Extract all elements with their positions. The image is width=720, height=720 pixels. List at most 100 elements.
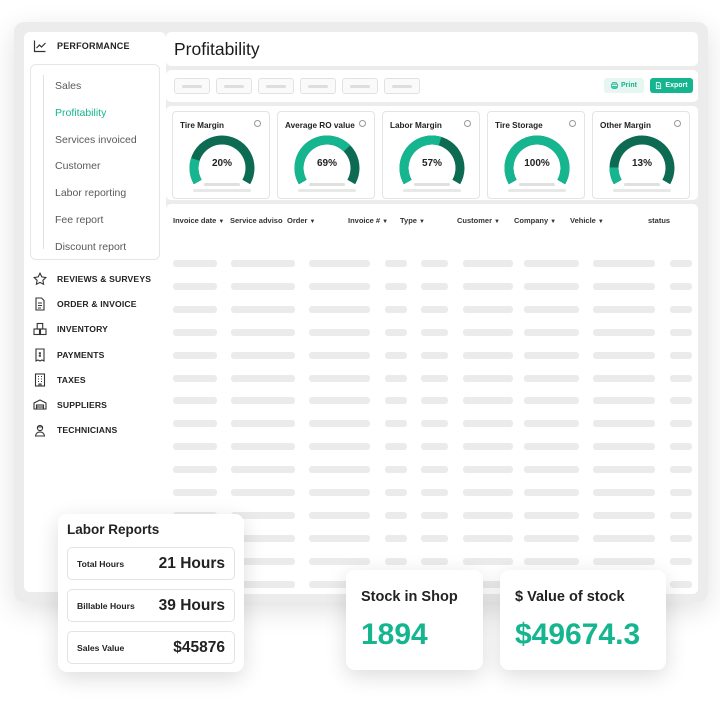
sidebar-item-taxes[interactable]: TAXES [24, 367, 166, 392]
column-header-status[interactable]: status [648, 216, 670, 225]
table-row[interactable] [166, 489, 698, 497]
sidebar-item-order-invoice[interactable]: ORDER & INVOICE [24, 291, 166, 316]
placeholder-cell [463, 534, 513, 542]
column-header-type[interactable]: Type ▼ [400, 216, 425, 225]
sidebar-item-suppliers[interactable]: SUPPLIERS [24, 392, 166, 417]
submenu-item-labor-reporting[interactable]: Labor reporting [31, 180, 159, 207]
print-button[interactable]: Print [604, 78, 644, 93]
placeholder-cell [385, 351, 407, 359]
placeholder-cell [593, 534, 655, 542]
table-row[interactable] [166, 557, 698, 566]
kpi-value: 57% [421, 158, 442, 169]
placeholder-cell [421, 489, 448, 496]
column-header-order[interactable]: Order ▼ [287, 216, 315, 225]
filter-dropdown[interactable] [174, 78, 210, 94]
stock-in-shop-title: Stock in Shop [361, 589, 458, 605]
placeholder-cell [421, 260, 448, 267]
placeholder-cell [231, 374, 295, 382]
kpi-title: Tire Margin [180, 121, 224, 130]
column-header-invoice-number[interactable]: Invoice # ▼ [348, 216, 388, 225]
submenu-item-sales[interactable]: Sales [31, 73, 159, 100]
labor-row-value: 39 Hours [158, 597, 225, 614]
placeholder-bar [508, 189, 566, 192]
table-row[interactable] [166, 305, 698, 314]
placeholder-cell [463, 260, 513, 267]
placeholder-cell [524, 557, 579, 565]
placeholder-cell [231, 443, 295, 451]
placeholder-cell [463, 374, 513, 382]
placeholder-cell [463, 282, 513, 290]
invoice-table: Invoice date ▼ Service adviso Order ▼ Invo… [166, 204, 698, 594]
placeholder-cell [670, 580, 692, 588]
submenu-item-discount-report[interactable]: Discount report [31, 234, 159, 261]
placeholder-bar [309, 183, 345, 186]
table-row[interactable] [166, 260, 698, 268]
filter-dropdown[interactable] [300, 78, 336, 94]
sidebar-header-label: PERFORMANCE [57, 41, 130, 51]
sidebar-item-reviews[interactable]: REVIEWS & SURVEYS [24, 266, 166, 291]
placeholder-cell [385, 328, 407, 336]
export-label: Export [665, 82, 688, 89]
placeholder-cell [309, 557, 370, 565]
print-label: Print [621, 82, 637, 89]
sidebar-item-technicians[interactable]: TECHNICIANS [24, 418, 166, 443]
placeholder-cell [421, 557, 448, 565]
column-header-invoice-date[interactable]: Invoice date ▼ [173, 216, 224, 225]
table-row[interactable] [166, 374, 698, 383]
filter-dropdown[interactable] [216, 78, 252, 94]
placeholder-cell [173, 374, 217, 382]
value-of-stock-title: $ Value of stock [515, 589, 625, 605]
table-row[interactable] [166, 397, 698, 405]
stock-in-shop-card: Stock in Shop 1894 [346, 570, 483, 670]
table-row[interactable] [166, 466, 698, 474]
info-icon[interactable] [359, 120, 366, 127]
table-row[interactable] [166, 328, 698, 337]
submenu-item-services-invoiced[interactable]: Services invoiced [31, 127, 159, 154]
filter-dropdown[interactable] [384, 78, 420, 94]
table-row[interactable] [166, 351, 698, 360]
kpi-value: 100% [524, 158, 550, 169]
info-icon[interactable] [254, 120, 261, 127]
table-row[interactable] [166, 511, 698, 520]
sidebar-item-performance[interactable]: PERFORMANCE [24, 34, 166, 58]
placeholder-cell [173, 420, 217, 428]
column-header-service-advisor[interactable]: Service adviso [230, 216, 283, 225]
placeholder-cell [524, 534, 579, 542]
document-icon [35, 297, 45, 311]
placeholder-cell [524, 305, 579, 313]
placeholder-cell [593, 351, 655, 359]
info-icon[interactable] [569, 120, 576, 127]
placeholder-cell [231, 351, 295, 359]
kpi-title: Other Margin [600, 121, 651, 130]
column-header-vehicle[interactable]: Vehicle ▼ [570, 216, 604, 225]
placeholder-cell [385, 511, 407, 519]
labor-reports-title: Labor Reports [67, 522, 160, 537]
placeholder-cell [231, 489, 295, 496]
placeholder-cell [524, 328, 579, 336]
submenu-item-profitability[interactable]: Profitability [31, 100, 159, 127]
info-icon[interactable] [674, 120, 681, 127]
placeholder-cell [385, 374, 407, 382]
sidebar-item-inventory[interactable]: INVENTORY [24, 317, 166, 342]
sidebar-item-payments[interactable]: PAYMENTS [24, 342, 166, 367]
placeholder-cell [385, 305, 407, 313]
info-icon[interactable] [464, 120, 471, 127]
placeholder-cell [524, 351, 579, 359]
placeholder-cell [173, 328, 217, 336]
placeholder-cell [670, 282, 692, 290]
column-header-customer[interactable]: Customer ▼ [457, 216, 500, 225]
table-row[interactable] [166, 534, 698, 543]
export-button[interactable]: Export [650, 78, 693, 93]
filter-dropdown[interactable] [258, 78, 294, 94]
labor-row-sales-value: Sales Value $45876 [67, 631, 235, 664]
table-row[interactable] [166, 420, 698, 428]
table-row[interactable] [166, 443, 698, 451]
placeholder-cell [670, 420, 692, 428]
submenu-item-fee-report[interactable]: Fee report [31, 207, 159, 234]
printer-icon [611, 82, 618, 89]
filter-dropdown[interactable] [342, 78, 378, 94]
sidebar-item-label: INVENTORY [57, 324, 109, 335]
table-row[interactable] [166, 282, 698, 291]
column-header-company[interactable]: Company ▼ [514, 216, 556, 225]
submenu-item-customer[interactable]: Customer [31, 153, 159, 180]
